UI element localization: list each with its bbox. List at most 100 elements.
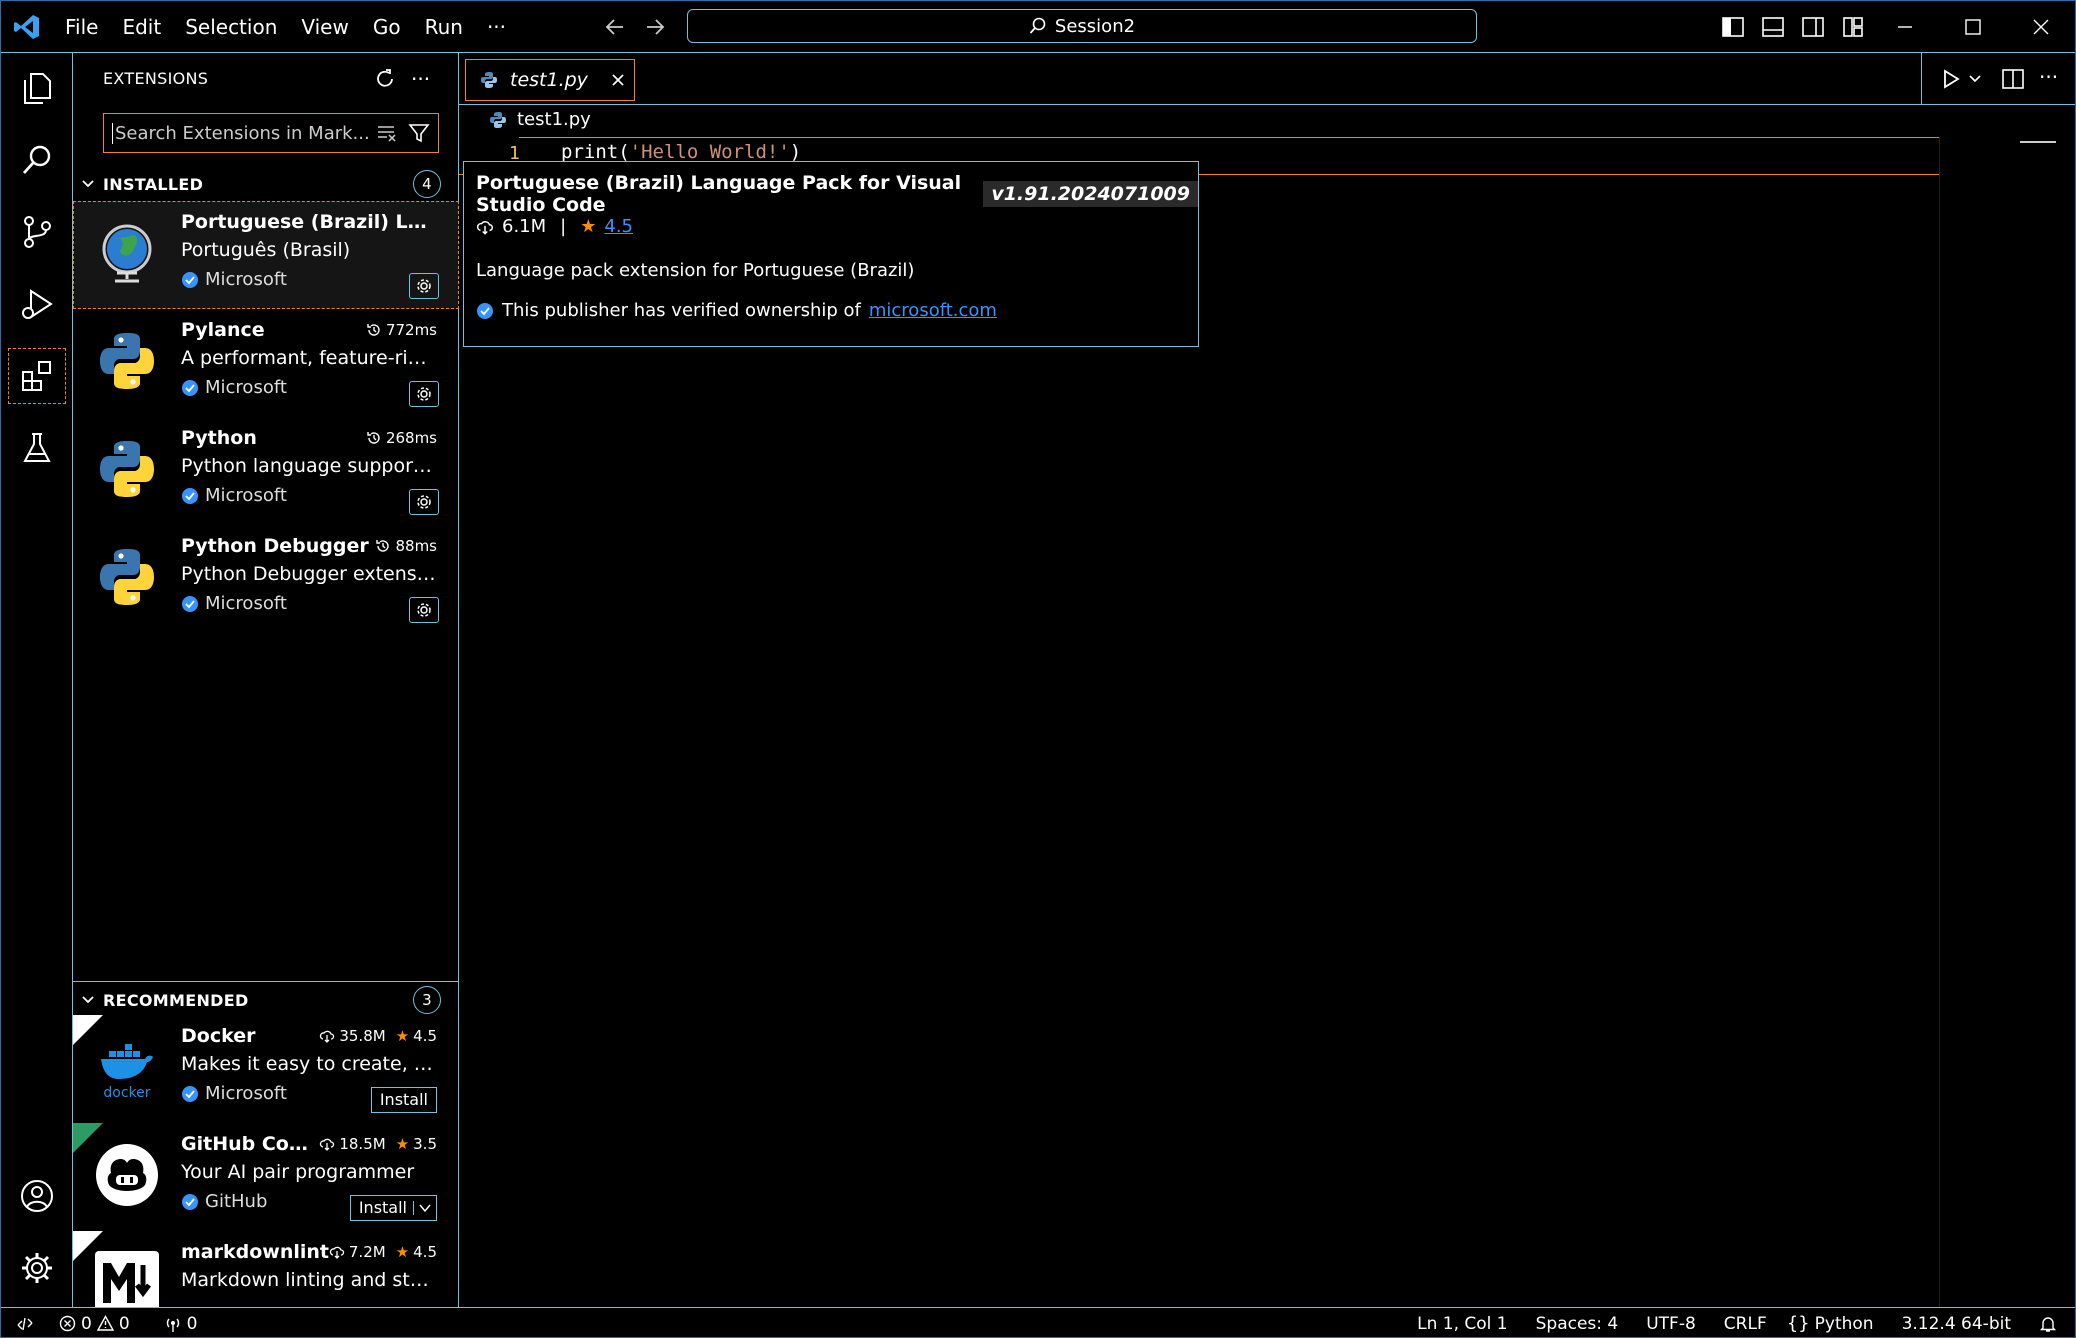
docker-logo-text: docker bbox=[103, 1085, 150, 1099]
testing-flask-icon[interactable] bbox=[1, 413, 73, 483]
install-button[interactable]: Install bbox=[370, 1087, 437, 1113]
notifications-bell-icon[interactable] bbox=[2029, 1315, 2067, 1333]
extension-item-python[interactable]: Python 268ms Python language support wi.… bbox=[73, 417, 459, 525]
manage-gear-icon[interactable] bbox=[1, 1233, 73, 1303]
problems-indicator[interactable]: 0 0 bbox=[49, 1314, 140, 1334]
installed-section-header[interactable]: INSTALLED 4 bbox=[73, 167, 459, 201]
more-actions-icon[interactable]: ··· bbox=[411, 67, 430, 91]
minimize-icon[interactable] bbox=[1893, 15, 1917, 39]
hover-rating-link[interactable]: 4.5 bbox=[604, 216, 633, 237]
code-text[interactable]: print('Hello World!') bbox=[561, 141, 801, 163]
extension-publisher: Microsoft bbox=[181, 593, 287, 614]
split-editor-icon[interactable] bbox=[2001, 67, 2025, 91]
extension-item-docker[interactable]: docker Docker 35.8M ★ 4.5 Makes it easy … bbox=[73, 1015, 459, 1123]
python-interpreter[interactable]: 3.12.4 64-bit bbox=[1892, 1314, 2021, 1334]
explorer-icon[interactable] bbox=[1, 53, 73, 123]
ports-indicator[interactable]: 0 bbox=[154, 1314, 208, 1334]
hover-domain-link[interactable]: microsoft.com bbox=[869, 300, 997, 321]
toggle-primary-sidebar-icon[interactable] bbox=[1721, 15, 1745, 39]
recommended-section-header[interactable]: RECOMMENDED 3 bbox=[73, 983, 459, 1017]
source-control-icon[interactable] bbox=[1, 197, 73, 267]
warning-count: 0 bbox=[118, 1313, 130, 1334]
command-center[interactable]: Session2 bbox=[687, 9, 1477, 43]
menu-edit[interactable]: Edit bbox=[110, 1, 173, 53]
forward-arrow-icon[interactable] bbox=[643, 15, 667, 39]
ports-count: 0 bbox=[186, 1313, 198, 1334]
close-tab-icon[interactable] bbox=[610, 72, 626, 88]
run-python-file-icon[interactable] bbox=[1939, 67, 1963, 91]
extension-stats: 7.2M ★ 4.5 bbox=[329, 1243, 437, 1261]
menu-run[interactable]: Run bbox=[413, 1, 475, 53]
extension-description: Makes it easy to create, man... bbox=[181, 1053, 436, 1075]
code-string: 'Hello World!' bbox=[629, 141, 790, 163]
run-debug-icon[interactable] bbox=[1, 269, 73, 339]
encoding[interactable]: UTF-8 bbox=[1636, 1314, 1706, 1334]
extension-item-markdownlint[interactable]: markdownlint 7.2M ★ 4.5 Markdown linting… bbox=[73, 1231, 459, 1307]
maximize-icon[interactable] bbox=[1961, 15, 1985, 39]
manage-extension-gear-icon[interactable] bbox=[409, 273, 439, 299]
customize-layout-icon[interactable] bbox=[1841, 15, 1865, 39]
menu-file[interactable]: File bbox=[53, 1, 110, 53]
end-of-line[interactable]: CRLF bbox=[1714, 1314, 1777, 1334]
toggle-secondary-sidebar-icon[interactable] bbox=[1801, 15, 1825, 39]
code-paren: ) bbox=[789, 141, 802, 163]
menu-selection[interactable]: Selection bbox=[173, 1, 289, 53]
install-dropdown-chevron-icon[interactable] bbox=[413, 1201, 432, 1215]
activity-bar bbox=[1, 53, 73, 1307]
extensions-search-input[interactable]: Search Extensions in Mark... bbox=[103, 113, 439, 153]
menu-more[interactable]: ··· bbox=[475, 1, 518, 53]
run-dropdown-chevron-icon[interactable] bbox=[1967, 71, 1983, 87]
extension-item-portuguese[interactable]: Portuguese (Brazil) Langu... Português (… bbox=[73, 201, 459, 309]
copilot-logo-icon bbox=[95, 1143, 159, 1207]
extension-description: Python language support wi... bbox=[181, 455, 436, 477]
activation-time: 88ms bbox=[375, 537, 437, 555]
language-label: Python bbox=[1814, 1313, 1874, 1334]
manage-extension-gear-icon[interactable] bbox=[409, 381, 439, 407]
toggle-panel-icon[interactable] bbox=[1761, 15, 1785, 39]
breadcrumb-file[interactable]: test1.py bbox=[517, 109, 591, 130]
hover-separator: | bbox=[560, 216, 567, 237]
installed-label: INSTALLED bbox=[103, 174, 204, 194]
close-window-icon[interactable] bbox=[2029, 15, 2053, 39]
back-arrow-icon[interactable] bbox=[603, 15, 627, 39]
star-icon: ★ bbox=[395, 1027, 410, 1045]
rating-value: 4.5 bbox=[413, 1027, 437, 1045]
cursor-position[interactable]: Ln 1, Col 1 bbox=[1407, 1314, 1518, 1334]
extensions-icon[interactable] bbox=[1, 341, 73, 411]
filter-icon[interactable] bbox=[408, 122, 430, 144]
download-cloud-icon bbox=[329, 1246, 345, 1259]
recommended-count-badge: 3 bbox=[413, 986, 441, 1014]
editor-more-actions-icon[interactable]: ··· bbox=[2039, 65, 2058, 89]
menu-go[interactable]: Go bbox=[361, 1, 413, 53]
download-cloud-icon bbox=[320, 1138, 335, 1151]
hover-version: v1.91.2024071009 bbox=[983, 181, 1198, 207]
remote-indicator-icon[interactable] bbox=[1, 1315, 49, 1333]
command-center-label: Session2 bbox=[1054, 15, 1136, 37]
extension-item-pylance[interactable]: Pylance 772ms A performant, feature-rich… bbox=[73, 309, 459, 417]
globe-icon bbox=[95, 221, 159, 285]
error-count: 0 bbox=[81, 1313, 92, 1334]
tab-test1-py[interactable]: test1.py bbox=[465, 59, 635, 101]
manage-extension-gear-icon[interactable] bbox=[409, 597, 439, 623]
language-mode[interactable]: {} Python bbox=[1777, 1313, 1884, 1334]
publisher-name: Microsoft bbox=[205, 1083, 287, 1104]
hover-title-row: Portuguese (Brazil) Language Pack for Vi… bbox=[476, 172, 1198, 216]
hover-verified-row: This publisher has verified ownership of… bbox=[476, 300, 997, 321]
extension-description: Python Debugger extension... bbox=[181, 563, 436, 585]
extension-item-github-copilot[interactable]: GitHub Copi... 18.5M ★ 3.5 Your AI pair … bbox=[73, 1123, 459, 1231]
extension-item-python-debugger[interactable]: Python Debugger 88ms Python Debugger ext… bbox=[73, 525, 459, 633]
install-button[interactable]: Install bbox=[359, 1196, 407, 1220]
menu-view[interactable]: View bbox=[289, 1, 360, 53]
recommended-label: RECOMMENDED bbox=[103, 990, 249, 1010]
minimap[interactable] bbox=[1939, 137, 2075, 1307]
accounts-icon[interactable] bbox=[1, 1161, 73, 1231]
search-icon[interactable] bbox=[1, 125, 73, 195]
indentation[interactable]: Spaces: 4 bbox=[1526, 1314, 1629, 1334]
breadcrumb[interactable]: test1.py bbox=[489, 109, 591, 130]
install-button-group[interactable]: Install bbox=[349, 1195, 437, 1221]
refresh-icon[interactable] bbox=[373, 67, 397, 91]
manage-extension-gear-icon[interactable] bbox=[409, 489, 439, 515]
download-cloud-icon bbox=[476, 220, 493, 235]
extension-description: Your AI pair programmer bbox=[181, 1161, 415, 1183]
clear-filter-icon[interactable] bbox=[376, 122, 398, 144]
